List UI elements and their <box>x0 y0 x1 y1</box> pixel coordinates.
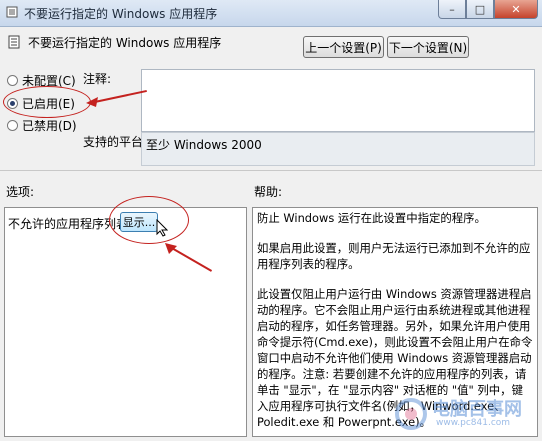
minimize-button[interactable]: – <box>438 0 466 19</box>
policy-window-icon <box>6 6 18 18</box>
comment-label: 注释: <box>83 72 112 86</box>
help-paragraph: 防止 Windows 运行在此设置中指定的程序。 <box>257 211 486 225</box>
platform-value: 至少 Windows 2000 <box>146 138 262 152</box>
help-label: 帮助: <box>254 185 283 199</box>
divider <box>0 170 542 171</box>
annotation-ellipse-enabled <box>3 86 91 118</box>
annotation-ellipse-show <box>109 196 189 244</box>
platform-label: 支持的平台: <box>83 135 148 149</box>
radio-dot <box>7 75 18 86</box>
supported-platform-field: 至少 Windows 2000 <box>141 132 535 166</box>
watermark: 电脑百事网 www.pc841.com <box>392 395 532 435</box>
policy-name: 不要运行指定的 Windows 应用程序 <box>28 36 222 50</box>
watermark-logo-icon <box>395 398 427 430</box>
next-setting-button[interactable]: 下一个设置(N) <box>387 36 469 58</box>
arrowhead-icon <box>165 243 177 254</box>
options-label: 选项: <box>6 185 35 199</box>
radio-dot <box>7 120 18 131</box>
radio-label: 已禁用(D) <box>22 119 77 133</box>
close-button[interactable]: ✕ <box>494 0 538 19</box>
arrowhead-icon <box>86 97 98 107</box>
mouse-cursor-icon <box>156 219 168 237</box>
window-controls: – □ ✕ <box>438 0 538 20</box>
policy-icon <box>8 35 20 49</box>
radio-disabled[interactable]: 已禁用(D) <box>7 117 77 134</box>
watermark-url: www.pc841.com <box>436 418 511 428</box>
comment-textarea[interactable] <box>141 69 535 132</box>
maximize-button[interactable]: □ <box>466 0 494 19</box>
options-panel <box>4 207 247 437</box>
help-paragraph: 如果启用此设置，则用户无法运行已添加到不允许的应用程序列表的程序。 <box>257 241 531 271</box>
window-title: 不要运行指定的 Windows 应用程序 <box>24 7 218 21</box>
previous-setting-button[interactable]: 上一个设置(P) <box>303 36 384 58</box>
title-bar: 不要运行指定的 Windows 应用程序 – □ ✕ <box>0 0 542 27</box>
